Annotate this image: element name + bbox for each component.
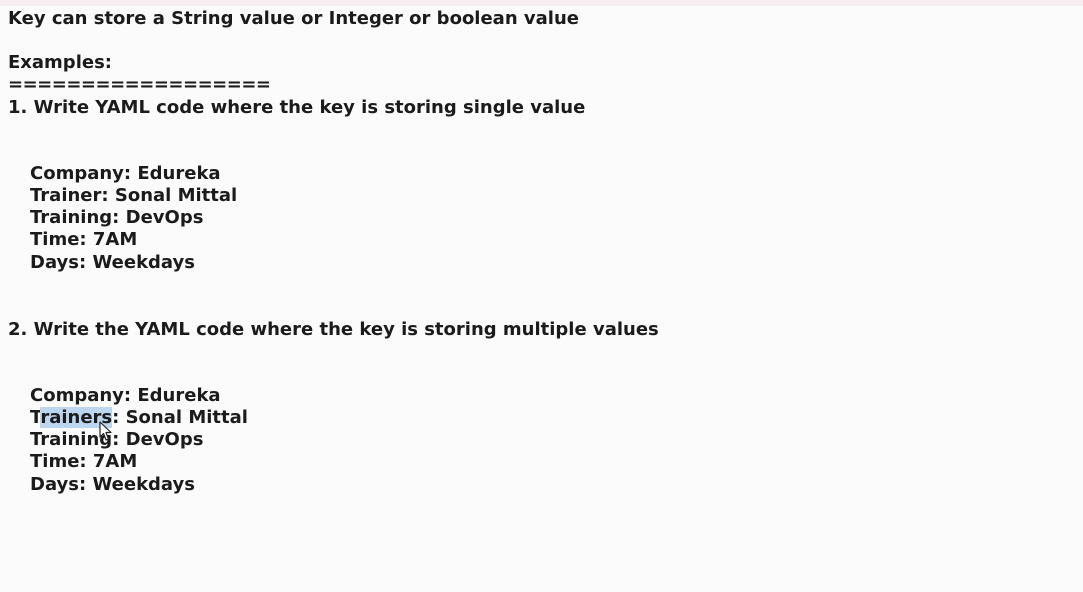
example2-line-time: Time: 7AM bbox=[30, 451, 138, 472]
example2-line-training: Training: DevOps bbox=[30, 429, 204, 450]
example1-line-time: Time: 7AM bbox=[30, 229, 138, 250]
intro-line: Key can store a String value or Integer … bbox=[8, 8, 579, 29]
trainers-prefix: T bbox=[30, 407, 41, 428]
example2-line-trainers[interactable]: Trainers: Sonal Mittal bbox=[30, 407, 248, 429]
text-editor-area[interactable]: Key can store a String value or Integer … bbox=[0, 0, 1083, 592]
example2-line-days: Days: Weekdays bbox=[30, 474, 195, 495]
examples-label: Examples: bbox=[8, 52, 112, 73]
example1-line-company: Company: Edureka bbox=[30, 163, 221, 184]
example2-line-company: Company: Edureka bbox=[30, 385, 221, 406]
mouse-pointer-icon bbox=[99, 421, 112, 441]
separator-line: ================== bbox=[8, 74, 271, 95]
trainers-suffix: : Sonal Mittal bbox=[112, 407, 248, 428]
example1-heading: 1. Write YAML code where the key is stor… bbox=[8, 97, 586, 118]
example1-line-days: Days: Weekdays bbox=[30, 252, 195, 273]
example1-line-trainer: Trainer: Sonal Mittal bbox=[30, 185, 238, 206]
example1-line-training: Training: DevOps bbox=[30, 207, 204, 228]
example2-heading: 2. Write the YAML code where the key is … bbox=[8, 319, 659, 340]
